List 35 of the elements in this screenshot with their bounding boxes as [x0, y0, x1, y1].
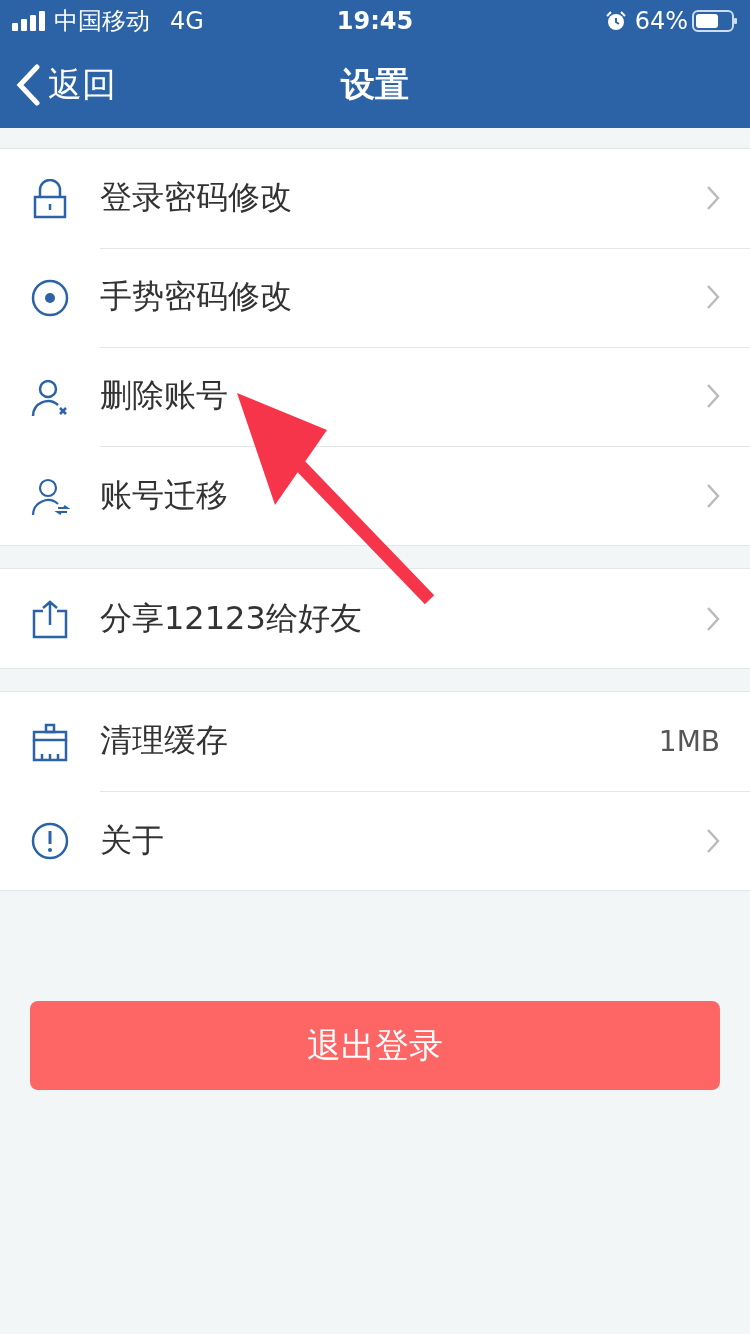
info-icon	[30, 820, 70, 861]
alarm-icon	[604, 10, 627, 32]
signal-icon	[12, 10, 46, 32]
row-label: 清理缓存	[100, 720, 229, 761]
back-chevron-icon	[16, 64, 40, 106]
carrier-name: 中国移动	[54, 6, 150, 37]
row-label: 删除账号	[100, 375, 229, 416]
battery-icon	[692, 9, 738, 33]
lock-icon	[32, 178, 68, 219]
settings-row[interactable]: 分享12123给好友	[0, 569, 750, 668]
settings-row[interactable]: 手势密码修改	[0, 248, 750, 347]
settings-row[interactable]: 账号迁移	[0, 446, 750, 545]
broom-icon	[31, 721, 69, 762]
page-title: 设置	[341, 63, 409, 106]
row-label: 关于	[100, 819, 165, 861]
status-time: 19:45	[336, 7, 414, 35]
row-label: 分享12123给好友	[100, 597, 363, 639]
back-button[interactable]: 返回	[16, 62, 116, 108]
share-icon	[31, 598, 69, 639]
row-label: 登录密码修改	[100, 177, 293, 218]
settings-row[interactable]: 登录密码修改	[0, 149, 750, 248]
chevron-right-icon	[706, 605, 720, 632]
battery-percent: 64%	[634, 7, 688, 35]
settings-row[interactable]: 清理缓存 1MB	[0, 692, 750, 791]
chevron-right-icon	[706, 383, 720, 409]
row-label: 手势密码修改	[100, 276, 293, 317]
chevron-right-icon	[706, 827, 720, 854]
settings-row[interactable]: 关于	[0, 791, 750, 890]
chevron-right-icon	[706, 284, 720, 310]
chevron-right-icon	[706, 482, 720, 509]
target-icon	[30, 277, 70, 318]
row-label: 账号迁移	[100, 474, 229, 516]
cache-size: 1MB	[658, 724, 720, 758]
network-type: 4G	[170, 7, 204, 35]
chevron-right-icon	[706, 185, 720, 211]
